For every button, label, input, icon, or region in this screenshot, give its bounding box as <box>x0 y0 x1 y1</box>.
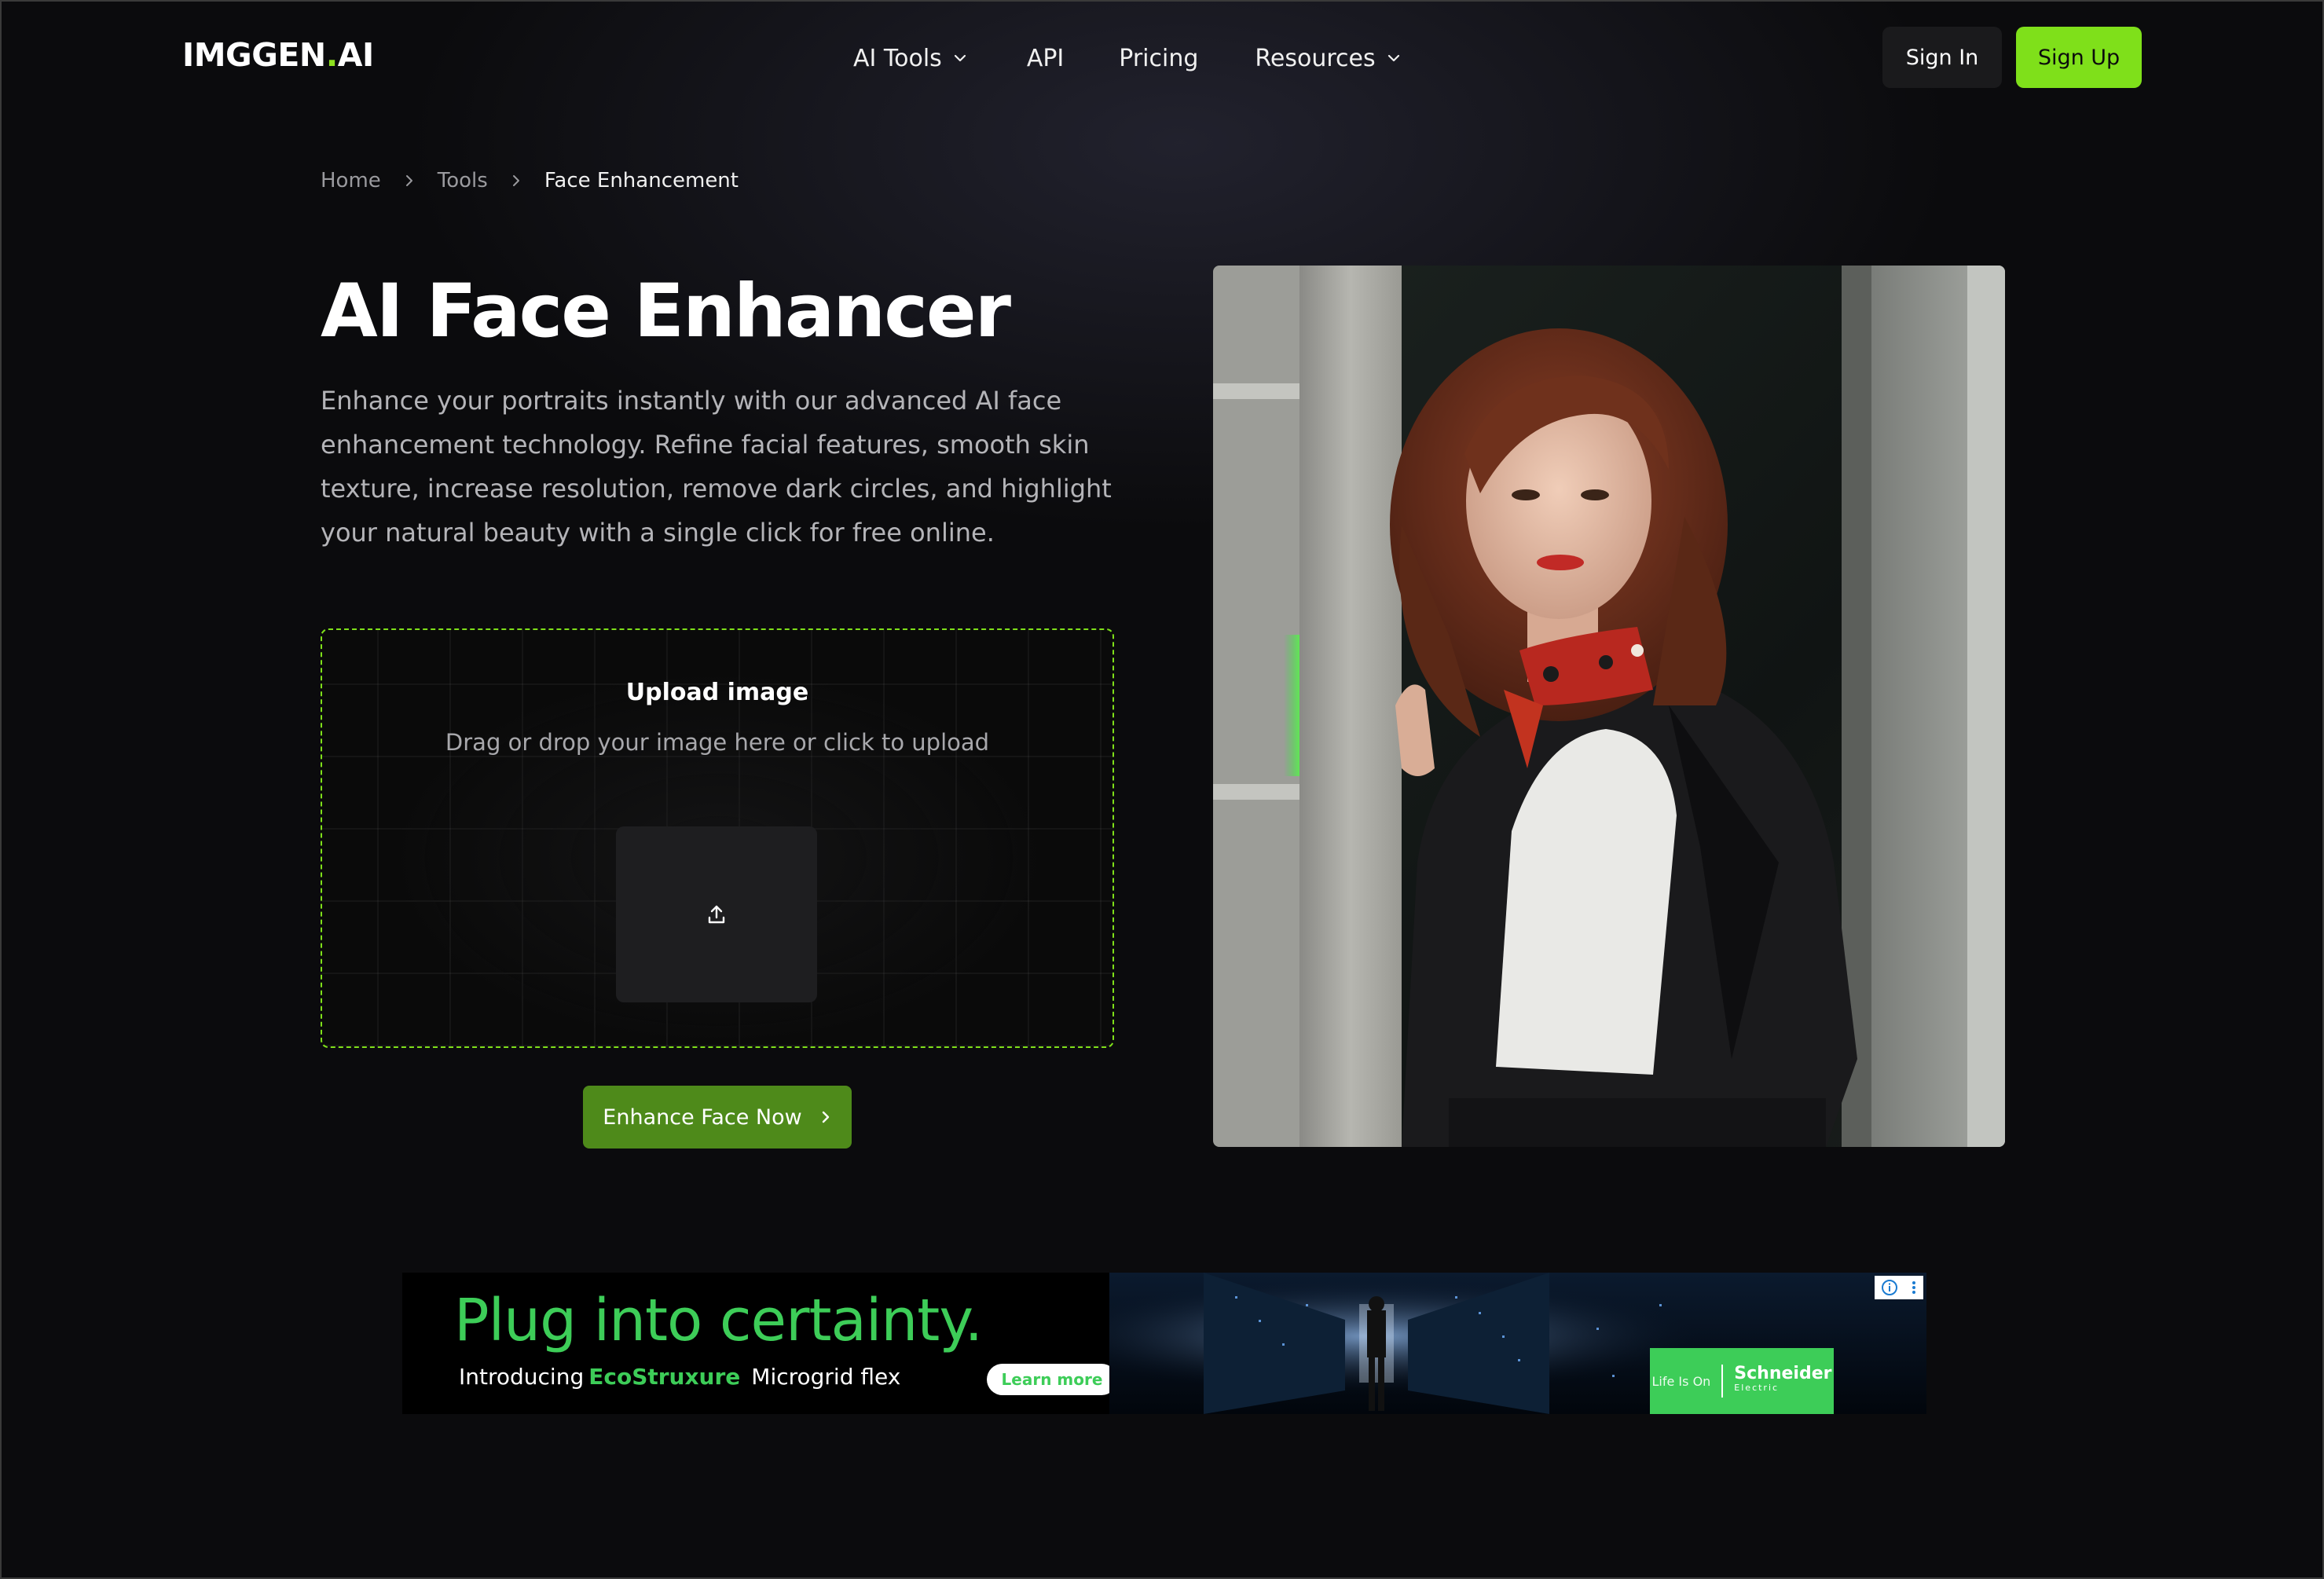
chevron-right-icon <box>512 175 519 186</box>
upload-hint: Drag or drop your image here or click to… <box>445 729 990 756</box>
ad-advertiser-logo: Life Is On Schneider Electric <box>1650 1348 1834 1414</box>
ad-sub-prefix: Introducing <box>459 1364 585 1390</box>
upload-icon <box>708 905 725 924</box>
menu-item-label: API <box>1026 44 1065 72</box>
menu-item-pricing[interactable]: Pricing <box>1119 41 1198 75</box>
ad-headline: Plug into certainty. <box>454 1287 983 1354</box>
ad-logo-divider <box>1721 1365 1724 1398</box>
breadcrumb-home[interactable]: Home <box>321 169 381 192</box>
menu-item-label: Resources <box>1255 44 1376 72</box>
menu-item-label: Pricing <box>1119 44 1199 72</box>
breadcrumb-current: Face Enhancement <box>544 169 739 192</box>
upload-title: Upload image <box>625 679 809 706</box>
ad-banner[interactable]: Plug into certainty. Introducing EcoStru… <box>402 1273 1926 1414</box>
menu-item-ai-tools[interactable]: AI Tools <box>853 41 967 75</box>
portrait-illustration <box>1213 266 2005 1147</box>
upload-button[interactable] <box>616 826 817 1002</box>
ad-choices-button[interactable] <box>1875 1276 1923 1299</box>
page: IMGGEN.AI AI Tools API Pricing Resources… <box>0 0 2324 1579</box>
ad-advertiser-name: Schneider Electric <box>1734 1365 1831 1395</box>
ad-sub-suffix: Microgrid flex <box>751 1364 901 1390</box>
logo[interactable]: IMGGEN.AI <box>182 36 374 74</box>
menu-item-label: AI Tools <box>853 44 942 72</box>
menu-item-api[interactable]: API <box>1027 41 1064 75</box>
upload-dropzone[interactable]: Upload image Drag or drop your image her… <box>321 628 1114 1048</box>
more-vertical-icon <box>1912 1281 1915 1294</box>
chevron-down-icon <box>1387 54 1399 62</box>
sign-in-button[interactable]: Sign In <box>1882 27 2002 88</box>
chevron-right-icon <box>822 1111 829 1123</box>
main-menu: AI Tools API Pricing Resources <box>853 41 1401 75</box>
logo-suffix: AI <box>337 36 375 74</box>
page-title: AI Face Enhancer <box>321 269 1011 354</box>
enhance-face-button[interactable]: Enhance Face Now <box>583 1086 852 1149</box>
chevron-right-icon <box>405 175 412 186</box>
enhance-face-label: Enhance Face Now <box>603 1105 802 1130</box>
menu-item-resources[interactable]: Resources <box>1255 41 1400 75</box>
ad-tagline: Life Is On <box>1651 1373 1711 1389</box>
info-icon <box>1881 1280 1897 1295</box>
ad-learn-more-button[interactable]: Learn more <box>987 1364 1117 1395</box>
chevron-down-icon <box>954 54 966 62</box>
logo-dot: . <box>325 36 339 74</box>
top-nav: IMGGEN.AI AI Tools API Pricing Resources… <box>2 2 2324 116</box>
page-description: Enhance your portraits instantly with ou… <box>321 386 1112 548</box>
logo-main: IMGGEN <box>182 36 326 74</box>
breadcrumb-tools[interactable]: Tools <box>438 169 488 192</box>
preview-image <box>1213 266 2005 1147</box>
ad-subline: Introducing EcoStruxure Microgrid flex <box>459 1364 900 1390</box>
sign-up-button[interactable]: Sign Up <box>2016 27 2142 88</box>
ad-brand: EcoStruxure <box>588 1364 741 1390</box>
breadcrumb: Home Tools Face Enhancement <box>321 165 739 196</box>
